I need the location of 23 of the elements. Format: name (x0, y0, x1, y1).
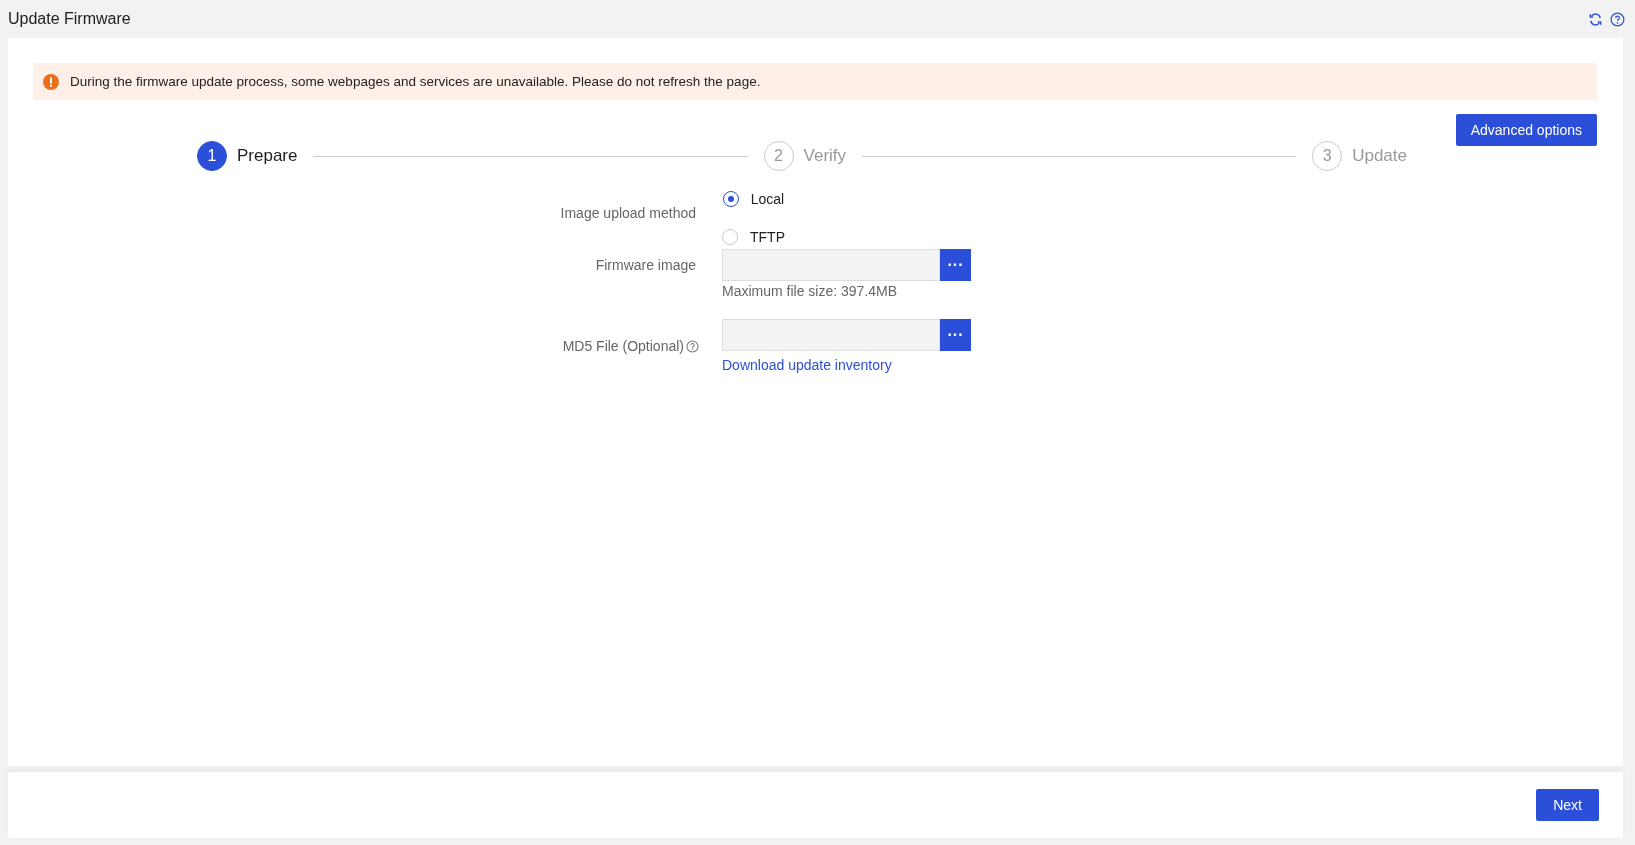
step-label: Prepare (237, 146, 298, 166)
download-link[interactable]: Download update inventory (722, 357, 971, 373)
help-icon[interactable] (686, 339, 699, 353)
step-label: Verify (803, 146, 847, 166)
radio-label[interactable]: TFTP (750, 229, 785, 245)
hint-text: Maximum file size: 397.4MB (722, 283, 899, 299)
field-label: Firmware image (594, 256, 697, 275)
field-label: Image upload method (559, 204, 697, 223)
warning-message: During the firmware update process, some webpages and services are unavailable. Please do not refresh the page. (70, 74, 761, 89)
field-label: MD5 File (Optional) (562, 337, 684, 356)
step-label: Update (1352, 146, 1407, 166)
browse-button[interactable]: ··· (940, 319, 971, 351)
warning-icon (43, 73, 59, 90)
file-input-field[interactable] (722, 319, 940, 351)
help-icon[interactable] (1610, 11, 1625, 27)
step-number: 1 (197, 141, 227, 171)
next-button[interactable]: Next (1536, 789, 1599, 821)
file-input-field[interactable] (722, 249, 940, 281)
page-title: Update Firmware (8, 10, 131, 28)
radio-label[interactable]: Local (750, 191, 785, 207)
refresh-icon[interactable] (1588, 11, 1603, 27)
advanced-options-button[interactable]: Advanced options (1455, 114, 1597, 146)
browse-button[interactable]: ··· (940, 249, 971, 281)
